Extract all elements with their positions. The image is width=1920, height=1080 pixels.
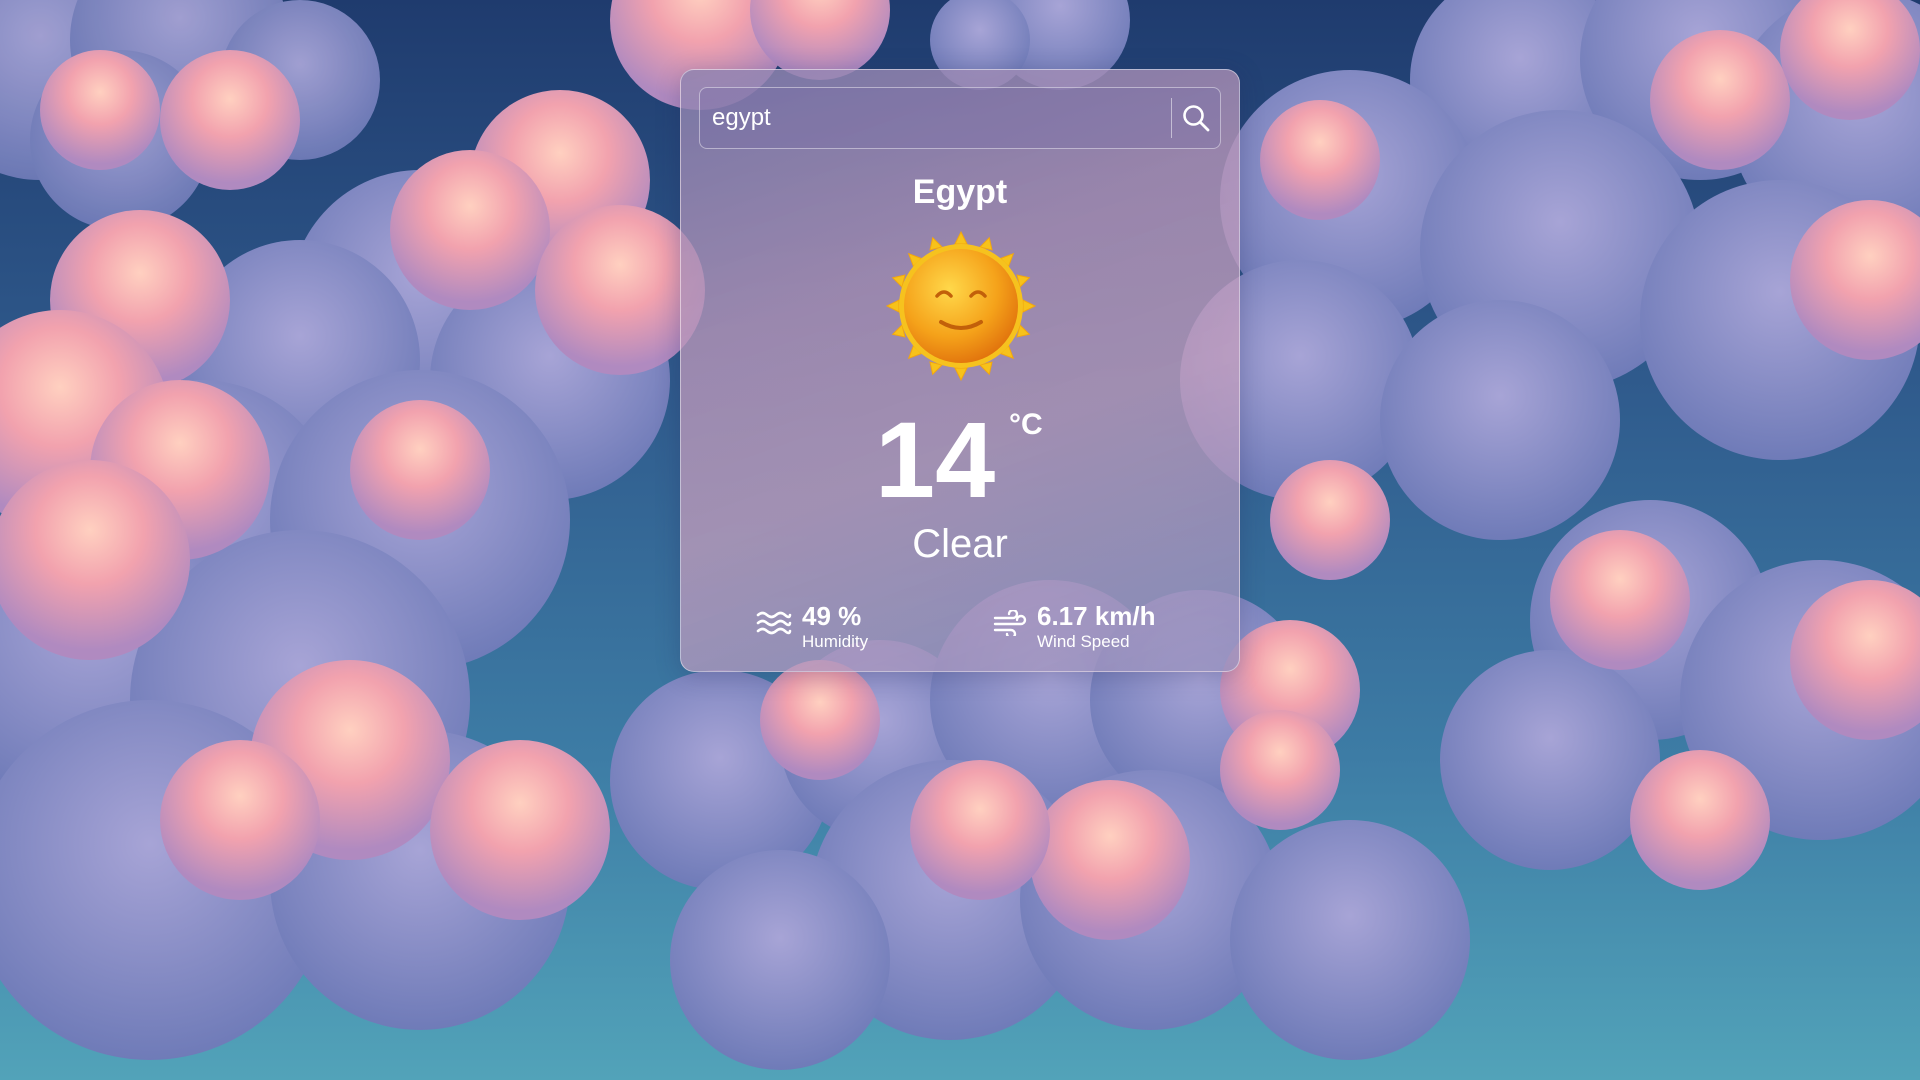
search-button[interactable] xyxy=(1172,88,1220,148)
humidity-waves-icon xyxy=(756,611,792,635)
humidity-value: 49 % xyxy=(802,601,862,631)
humidity-stat: 49 % Humidity xyxy=(756,600,868,652)
temperature-display: 14 °C xyxy=(681,400,1239,520)
search-input[interactable] xyxy=(700,88,1171,148)
wind-icon xyxy=(993,610,1027,636)
temperature-unit: °C xyxy=(1009,408,1043,441)
humidity-text: 49 % Humidity xyxy=(802,600,868,652)
weather-card: Egypt xyxy=(680,69,1240,672)
search-bar xyxy=(699,87,1221,149)
wind-text: 6.17 km/h Wind Speed xyxy=(1037,600,1156,652)
search-icon xyxy=(1183,105,1210,132)
sun-icon xyxy=(885,230,1037,382)
weather-condition: Clear xyxy=(912,522,1008,566)
temperature-value: 14 xyxy=(875,399,996,520)
wind-label: Wind Speed xyxy=(1037,632,1130,651)
humidity-label: Humidity xyxy=(802,632,869,651)
city-name: Egypt xyxy=(912,173,1008,211)
wind-stat: 6.17 km/h Wind Speed xyxy=(993,600,1156,652)
wind-value: 6.17 km/h xyxy=(1037,601,1156,631)
